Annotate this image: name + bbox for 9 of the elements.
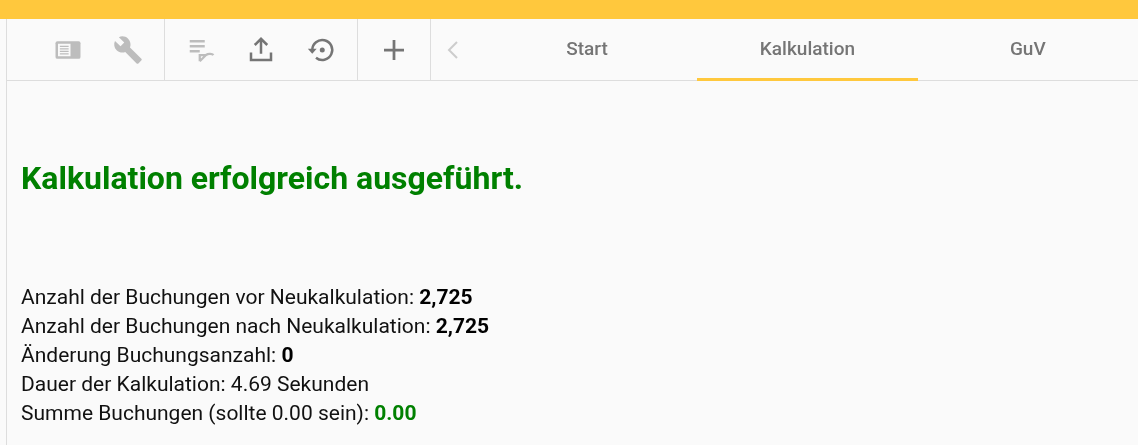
success-message: Kalkulation erfolgreich ausgeführt. (21, 159, 525, 197)
stat-line: Anzahl der Buchungen nach Neukalkulation: 2,725 (21, 313, 491, 340)
stat-line: Anzahl der Buchungen vor Neukalkulation: 2,725 (21, 284, 474, 311)
tab[interactable]: Start (476, 19, 698, 81)
stat-line: Summe Buchungen (sollte 0.00 sein): 0.00 (21, 400, 418, 427)
tab[interactable]: Kalkulation (697, 19, 918, 81)
stat-line: Änderung Buchungsanzahl: 0 (21, 342, 295, 369)
stat-line: Dauer der Kalkulation: 4.69 Sekunden (21, 371, 370, 398)
tab[interactable]: GuV (917, 19, 1138, 81)
